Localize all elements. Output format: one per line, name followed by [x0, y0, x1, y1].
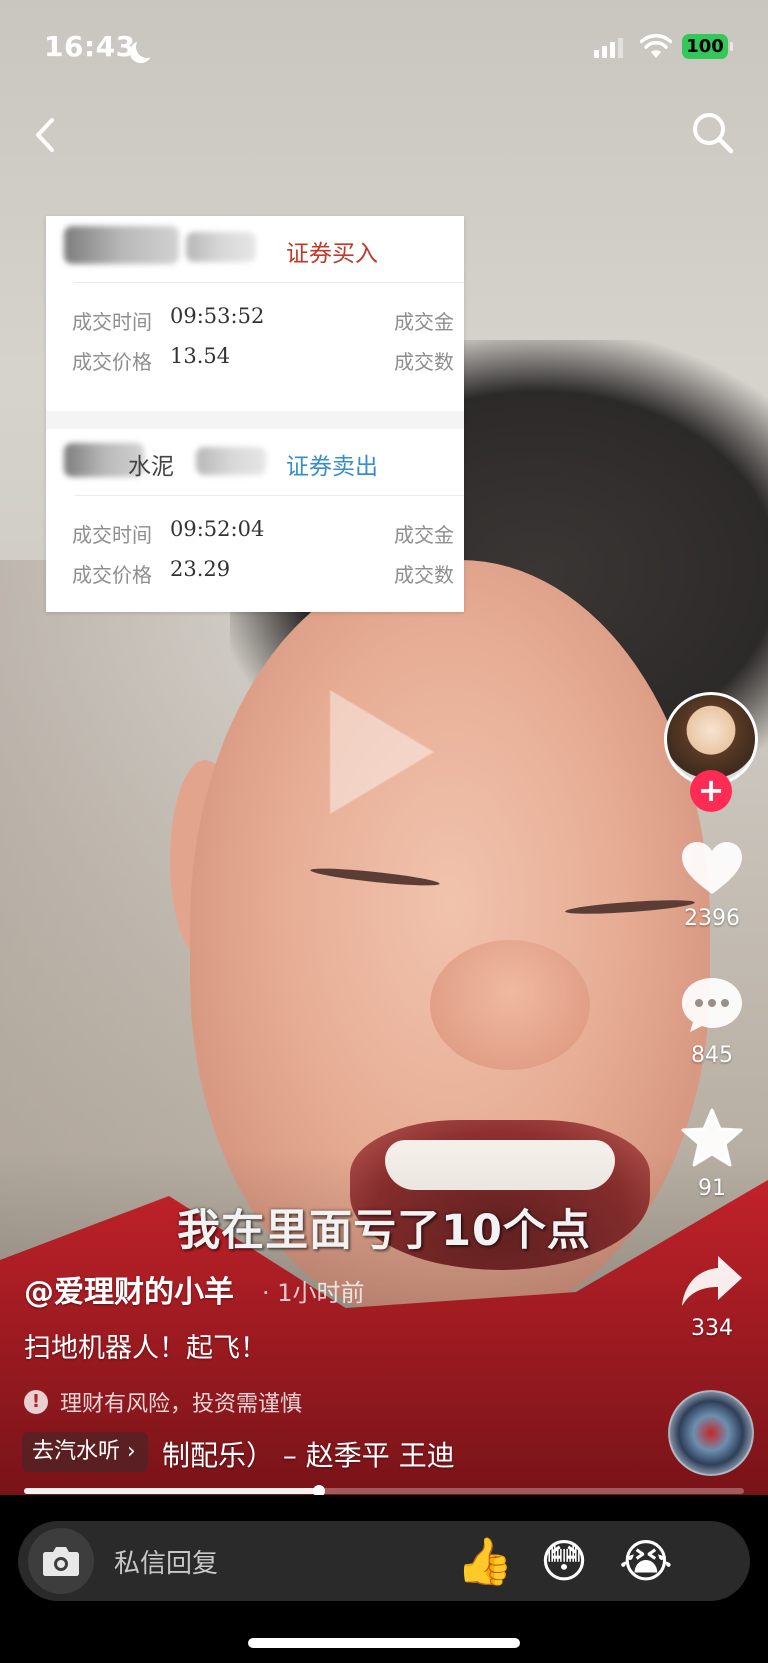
music-row: 去汽水听 › 制配乐） – 赵季平 王迪	[22, 1432, 482, 1474]
trade-qty-label: 成交数	[394, 563, 454, 587]
battery-icon: 100	[682, 34, 733, 59]
trade-amount-label: 成交金	[394, 523, 454, 547]
share-button[interactable]: 334	[670, 1254, 754, 1341]
share-count: 334	[691, 1316, 733, 1341]
trade-stock-name: 水泥	[128, 454, 174, 480]
redacted-name	[64, 226, 179, 264]
trade-price-value: 13.54	[170, 344, 231, 368]
trade-amount-label: 成交金	[394, 310, 454, 334]
trade-time-label: 成交时间	[72, 310, 152, 334]
post-description: 扫地机器人！起飞！	[24, 1333, 267, 1364]
trade-price-label: 成交价格	[72, 350, 152, 374]
comment-count: 845	[691, 1043, 733, 1068]
trade-qty-label: 成交数	[394, 350, 454, 374]
signal-icon	[594, 38, 623, 58]
open-music-app-button[interactable]: 去汽水听 ›	[22, 1432, 148, 1472]
post-time: · 1小时前	[262, 1279, 365, 1307]
camera-icon	[43, 1547, 79, 1576]
reply-area: 私信回复 👍 😳 😭	[0, 1495, 768, 1663]
like-count: 2396	[684, 906, 740, 931]
trade-price-value: 23.29	[170, 557, 231, 581]
moon-icon	[134, 34, 159, 59]
author-name[interactable]: @爱理财的小羊	[24, 1267, 234, 1311]
risk-notice: ! 理财有风险，投资需谨慎	[24, 1386, 302, 1418]
follow-button[interactable]: +	[690, 770, 732, 812]
wifi-icon	[640, 34, 672, 58]
share-icon	[682, 1256, 742, 1306]
like-button[interactable]: 2396	[670, 840, 754, 931]
thumbs-up-emoji-button[interactable]: 👍	[456, 1533, 513, 1589]
reply-placeholder[interactable]: 私信回复	[114, 1543, 218, 1580]
crying-emoji-button[interactable]: 😭	[618, 1533, 674, 1589]
comment-icon	[682, 978, 742, 1032]
risk-notice-text: 理财有风险，投资需谨慎	[60, 1392, 303, 1417]
status-time: 16:43	[44, 30, 136, 63]
comment-button[interactable]: 845	[670, 975, 754, 1068]
card-gap	[46, 411, 464, 429]
camera-button[interactable]	[28, 1528, 94, 1594]
divider	[74, 495, 464, 496]
favorite-button[interactable]: 91	[670, 1108, 754, 1201]
trade-action: 证券买入	[286, 241, 378, 267]
music-disc[interactable]	[668, 1390, 754, 1476]
warning-icon: !	[24, 1390, 48, 1414]
star-icon	[681, 1108, 743, 1167]
status-bar: 16:43 100	[0, 0, 768, 98]
trade-time-label: 成交时间	[72, 523, 152, 547]
person-nose	[430, 940, 590, 1070]
trade-time-value: 09:53:52	[170, 304, 265, 328]
reply-input-bar[interactable]: 私信回复 👍 😳 😭	[18, 1521, 750, 1601]
chevron-left-icon[interactable]	[24, 110, 68, 160]
play-icon[interactable]	[330, 690, 434, 814]
video-progress-bar[interactable]	[24, 1485, 744, 1497]
trade-action: 证券卖出	[286, 454, 378, 480]
redacted-code	[196, 447, 266, 475]
progress-fill	[24, 1488, 320, 1494]
search-icon[interactable]	[688, 108, 738, 158]
home-indicator	[248, 1638, 520, 1648]
heart-icon	[682, 842, 742, 894]
divider	[74, 282, 464, 283]
redacted-code	[186, 232, 256, 262]
trade-price-label: 成交价格	[72, 563, 152, 587]
music-title[interactable]: 制配乐） – 赵季平 王迪	[162, 1434, 455, 1474]
trade-time-value: 09:52:04	[170, 517, 265, 541]
flushed-emoji-button[interactable]: 😳	[536, 1533, 592, 1589]
video-caption: 我在里面亏了10个点	[177, 1206, 591, 1256]
trade-record-card: 证券买入 成交时间 09:53:52 成交金 成交价格 13.54 成交数 水泥…	[46, 216, 464, 612]
